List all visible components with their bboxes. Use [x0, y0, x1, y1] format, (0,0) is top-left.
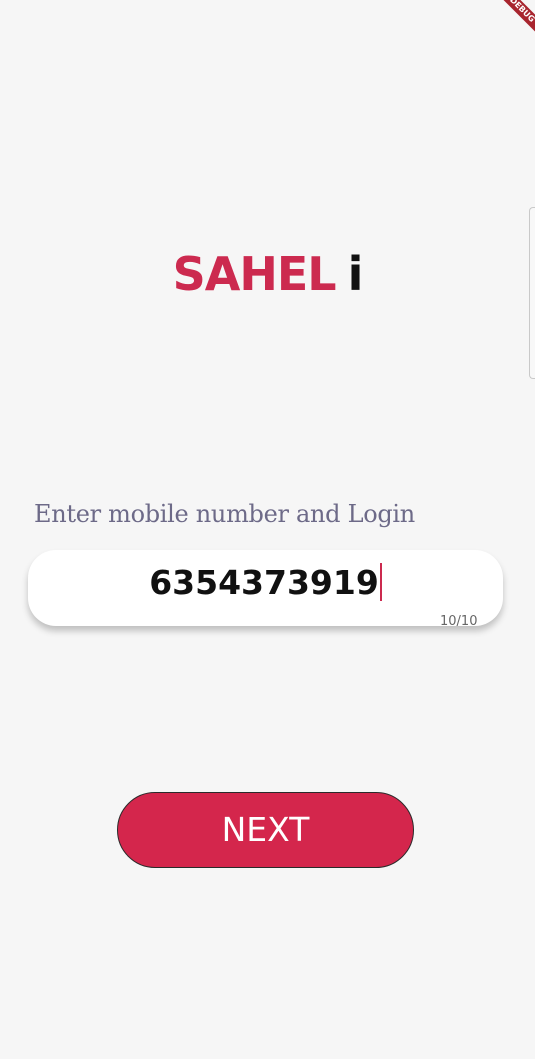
app-logo: SAHEL i: [0, 244, 535, 304]
mobile-number-value[interactable]: 6354373919: [28, 562, 503, 604]
text-cursor: [379, 563, 382, 601]
debug-banner: DEBUG: [495, 0, 535, 40]
mobile-number-field[interactable]: 6354373919: [28, 550, 503, 626]
character-counter: 10/10: [440, 614, 478, 629]
login-prompt: Enter mobile number and Login: [34, 500, 415, 528]
next-button[interactable]: NEXT: [117, 792, 414, 868]
debug-ribbon: DEBUG: [495, 0, 535, 39]
logo-main-text: SAHEL: [172, 247, 337, 301]
logo-tail-text: i: [347, 247, 364, 301]
mobile-number-text: 6354373919: [149, 563, 379, 602]
